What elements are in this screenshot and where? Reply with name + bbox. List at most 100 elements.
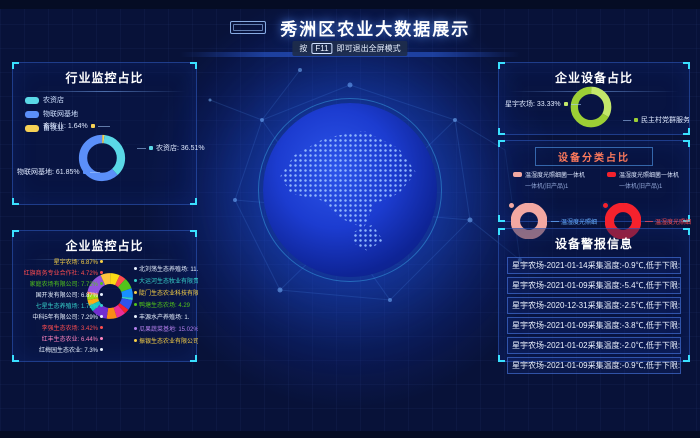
corner-accent [498, 140, 505, 147]
legend-item[interactable]: 温湿度光照细菌一体机 [607, 170, 691, 179]
corner-accent [498, 228, 505, 235]
legend-item[interactable]: 农资店 [25, 95, 78, 105]
label-dot [100, 337, 103, 340]
panel-title: 企业监控占比 [13, 237, 196, 254]
corner-accent [12, 62, 19, 69]
legend-label: 农资店 [43, 95, 64, 105]
callout-dot [564, 102, 568, 106]
label-dot [100, 260, 103, 263]
brand-logo [230, 21, 266, 34]
donut-callout: 物联网基地: 61.85% [17, 167, 100, 177]
enterprise-label: 七星生态养殖场: 1.72% [15, 300, 103, 311]
label-dot [100, 293, 103, 296]
enterprise-label: 李强生态农场: 3.42% [15, 322, 103, 333]
panel-title: 设备警报信息 [499, 235, 689, 252]
enterprise-label: 红丰生态农业: 6.44% [15, 333, 103, 344]
label-dot [100, 315, 103, 318]
corner-accent [12, 198, 19, 205]
alarm-row: 星宇农场-2021-01-02采集温度:-2.0℃,低于下限:0℃ [507, 337, 681, 354]
legend-item[interactable]: 温湿度光照细菌一体机 [513, 170, 597, 179]
f11-key-badge: F11 [311, 43, 332, 54]
corner-accent [498, 62, 505, 69]
corner-accent [190, 355, 197, 362]
corner-accent [683, 355, 690, 362]
legend-swatch [25, 111, 39, 118]
panel-enterprise-monitor: 企业监控占比 星宇农场: 6.87% 红旗商务专业合作社: 4.72% 家庭农场… [12, 230, 197, 362]
alarm-row: 星宇农场-2021-01-09采集温度:-3.8℃,低于下限:0℃ [507, 317, 681, 334]
corner-accent [498, 355, 505, 362]
legend-swatch [25, 97, 39, 104]
corner-accent [683, 128, 690, 135]
enterprise-label: 陡门生态农业科技有限公 [134, 286, 198, 298]
enterprise-label: 国开发有限公司: 6.87% [15, 289, 103, 300]
callout-line [90, 172, 100, 173]
callout-line [571, 104, 581, 105]
label-dot [134, 267, 137, 270]
callout-line [623, 120, 631, 121]
enterprise-label: 北刘荡生态养殖场: 11.16% [134, 262, 198, 274]
label-dot [100, 304, 103, 307]
corner-accent [190, 230, 197, 237]
panel-title: 行业监控占比 [13, 69, 196, 86]
page-title: 秀洲区农业大数据展示 [280, 15, 470, 40]
enterprise-labels-right: 北刘荡生态养殖场: 11.16% 大运河生态牧业有限责任公 陡门生态农业科技有限… [134, 262, 198, 346]
panel-title: 企业设备占比 [499, 69, 689, 86]
fullscreen-hint: 按 F11 即可退出全屏模式 [292, 41, 407, 56]
corner-accent [190, 62, 197, 69]
label-dot [134, 291, 137, 294]
alarm-list: 星宇农场-2021-01-14采集温度:-0.9℃,低于下限:0℃ 星宇农场-2… [499, 257, 689, 374]
corner-accent [683, 62, 690, 69]
hint-prefix: 按 [299, 43, 307, 54]
corner-accent [683, 228, 690, 235]
enterprise-label: 丰源水产养殖场: 1. [134, 310, 198, 322]
donut-callout: 畜牧业: 1.64% [43, 121, 110, 131]
corner-accent [12, 230, 19, 237]
globe-orbit-ring [258, 98, 442, 282]
enterprise-label: 大运河生态牧业有限责任公 [134, 274, 198, 286]
label-dot [100, 348, 103, 351]
label-dot [134, 303, 137, 306]
label-dot [100, 326, 103, 329]
callout-dot [149, 146, 153, 150]
enterprise-label: 振银生态农业有限公司: 6.87% [134, 334, 198, 346]
device-class-groups: 温湿度光照细菌一体机 一体机(旧产品)1 温湿度光照细菌一 温湿度光照细菌一体机… [499, 167, 689, 221]
enterprise-label: 家庭农场有限公司: 7.72% [15, 278, 103, 289]
corner-accent [498, 128, 505, 135]
callout-dot [91, 124, 95, 128]
panel-device-alarms: 设备警报信息 星宇农场-2021-01-14采集温度:-0.9℃,低于下限:0℃… [498, 228, 690, 362]
donut-callout: 星宇农场: 33.33% [505, 99, 581, 109]
alarm-row: 星宇农场-2021-01-09采集温度:-5.4℃,低于下限:0℃ [507, 277, 681, 294]
enterprise-label: 中科5年有限公司: 7.29% [15, 311, 103, 322]
bottom-bar [0, 431, 700, 438]
corner-accent [683, 140, 690, 147]
legend-label: 温湿度光照细菌一体机 [619, 170, 679, 179]
device-class-group: 温湿度光照细菌一体机 一体机(旧产品)1 温湿度光照细菌一 [501, 167, 597, 221]
donut-callout: 民主村党群服务中心: [623, 115, 689, 125]
callout-line [98, 126, 110, 127]
header: 秀洲区农业大数据展示 [0, 15, 700, 40]
callout-dot [634, 118, 638, 122]
legend-sub-label: 一体机(旧产品)1 [619, 181, 691, 190]
device-class-group: 温湿度光照细菌一体机 一体机(旧产品)1 温湿度光照细菌一 [595, 167, 691, 221]
label-dot [134, 279, 137, 282]
donut-callout: 农资店: 36.51% [137, 143, 205, 153]
enterprise-label: 红旗商务专业合作社: 4.72% [15, 267, 103, 278]
label-dot [100, 282, 103, 285]
donut-callout: 温湿度光照细菌一 [551, 217, 597, 226]
callout-line [551, 221, 559, 222]
donut-bubble [507, 201, 516, 210]
legend-swatch [513, 172, 522, 177]
legend-label: 物联网基地 [43, 109, 78, 119]
label-dot [100, 271, 103, 274]
enterprise-labels-left: 星宇农场: 6.87% 红旗商务专业合作社: 4.72% 家庭农场有限公司: 7… [15, 256, 103, 355]
divider [23, 91, 186, 92]
label-dot [134, 315, 137, 318]
enterprise-label: 红梅园生态农业: 7.3% [15, 344, 103, 355]
callout-line [645, 221, 653, 222]
panel-equipment-ratio: 企业设备占比 星宇农场: 33.33% 民主村党群服务中心: [498, 62, 690, 135]
label-dot [134, 327, 137, 330]
legend-item[interactable]: 物联网基地 [25, 109, 78, 119]
enterprise-label: 瓜果蔬菜基地: 15.02% [134, 322, 198, 334]
label-dot [134, 339, 137, 342]
corner-accent [12, 355, 19, 362]
